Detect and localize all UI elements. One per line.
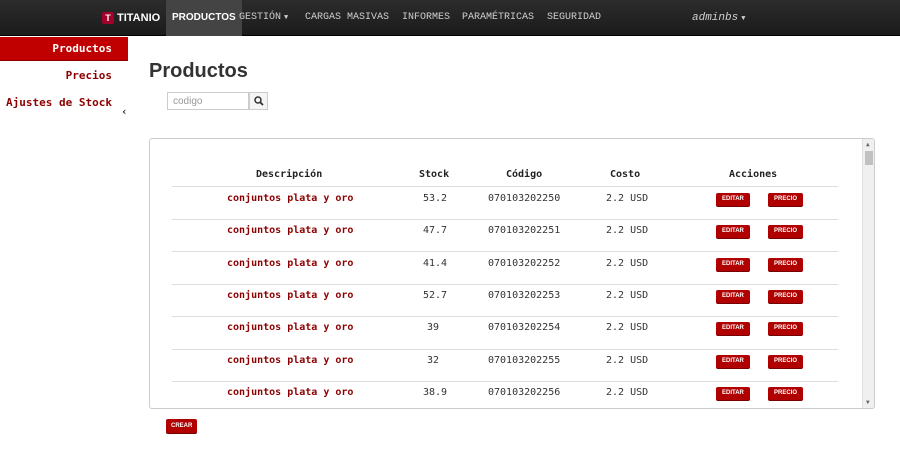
header-costo: Costo (610, 169, 641, 180)
search-input[interactable] (167, 92, 249, 110)
cell-codigo: 070103202251 (488, 225, 561, 236)
header-descripcion: Descripción (256, 169, 323, 180)
cell-costo: 2.2 USD (606, 193, 649, 204)
titanio-logo-icon: T (102, 12, 114, 24)
sidebar-item-productos[interactable]: Productos (0, 37, 128, 61)
nav-gestion[interactable]: GESTIÓN ▼ (239, 0, 288, 36)
price-button[interactable]: PRECIO (768, 355, 804, 368)
cell-codigo: 070103202250 (488, 193, 561, 204)
row-divider (172, 316, 838, 317)
price-button[interactable]: PRECIO (768, 290, 804, 303)
price-button[interactable]: PRECIO (768, 193, 804, 206)
cell-costo: 2.2 USD (606, 258, 649, 269)
cell-descripcion[interactable]: conjuntos plata y oro (227, 290, 353, 301)
cell-stock: 52.7 (423, 290, 448, 301)
row-divider (172, 284, 838, 285)
sidebar-item-precios[interactable]: Precios (0, 64, 128, 88)
cell-codigo: 070103202252 (488, 258, 561, 269)
nav-cargas-masivas-label: CARGAS MASIVAS (305, 12, 390, 23)
nav-gestion-label: GESTIÓN (239, 12, 282, 23)
cell-costo: 2.2 USD (606, 387, 649, 398)
header-stock: Stock (419, 169, 450, 180)
cell-stock: 32 (427, 355, 440, 366)
edit-button[interactable]: EDITAR (716, 387, 750, 400)
nav-seguridad-label: SEGURIDAD (547, 12, 602, 23)
cell-codigo: 070103202255 (488, 355, 561, 366)
cell-descripcion[interactable]: conjuntos plata y oro (227, 193, 353, 204)
cell-costo: 2.2 USD (606, 225, 649, 236)
cell-stock: 39 (427, 322, 440, 333)
nav-parametricas-label: PARAMÉTRICAS (462, 12, 535, 23)
scroll-down-icon[interactable]: ▼ (866, 399, 870, 406)
cell-descripcion[interactable]: conjuntos plata y oro (227, 225, 353, 236)
price-button[interactable]: PRECIO (768, 258, 804, 271)
cell-stock: 38.9 (423, 387, 448, 398)
row-divider (172, 381, 838, 382)
cell-stock: 47.7 (423, 225, 448, 236)
row-divider (172, 251, 838, 252)
edit-button[interactable]: EDITAR (716, 290, 750, 303)
header-acciones: Acciones (729, 169, 778, 180)
price-button[interactable]: PRECIO (768, 225, 804, 238)
sidebar-item-label: Productos (52, 42, 112, 55)
row-divider (172, 219, 838, 220)
price-button[interactable]: PRECIO (768, 387, 804, 400)
edit-button[interactable]: EDITAR (716, 355, 750, 368)
sidebar-item-label: Precios (65, 69, 112, 82)
chevron-down-icon: ▼ (284, 14, 289, 22)
cell-costo: 2.2 USD (606, 322, 649, 333)
nav-informes[interactable]: INFORMES (402, 0, 450, 36)
nav-informes-label: INFORMES (402, 12, 451, 23)
cell-descripcion[interactable]: conjuntos plata y oro (227, 258, 353, 269)
user-menu[interactable]: adminbs ▼ (692, 0, 745, 36)
sidebar-item-label: Ajustes de Stock (6, 96, 112, 109)
edit-button[interactable]: EDITAR (716, 193, 750, 206)
scroll-up-icon[interactable]: ▲ (866, 141, 870, 148)
cell-descripcion[interactable]: conjuntos plata y oro (227, 322, 353, 333)
user-name: adminbs (692, 12, 739, 24)
edit-button[interactable]: EDITAR (716, 322, 750, 335)
header-divider (172, 186, 838, 187)
scroll-thumb[interactable] (865, 151, 873, 165)
header-codigo: Código (506, 169, 543, 180)
nav-productos[interactable]: PRODUCTOS (166, 0, 242, 36)
create-button[interactable]: CREAR (166, 419, 198, 433)
edit-button[interactable]: EDITAR (716, 258, 750, 271)
nav-parametricas[interactable]: PARAMÉTRICAS (462, 0, 534, 36)
price-button[interactable]: PRECIO (768, 322, 804, 335)
magnifier-icon (253, 96, 264, 106)
cell-stock: 41.4 (423, 258, 448, 269)
cell-stock: 53.2 (423, 193, 448, 204)
nav-productos-label: PRODUCTOS (172, 12, 236, 23)
row-divider (172, 349, 838, 350)
cell-descripcion[interactable]: conjuntos plata y oro (227, 355, 353, 366)
edit-button[interactable]: EDITAR (716, 225, 750, 238)
cell-costo: 2.2 USD (606, 290, 649, 301)
cell-costo: 2.2 USD (606, 355, 649, 366)
nav-seguridad[interactable]: SEGURIDAD (547, 0, 601, 36)
products-table-panel: Descripción Stock Código Costo Acciones … (149, 138, 875, 409)
cell-descripcion[interactable]: conjuntos plata y oro (227, 387, 353, 398)
nav-cargas-masivas[interactable]: CARGAS MASIVAS (305, 0, 389, 36)
sidebar-item-ajustes-de-stock[interactable]: Ajustes de Stock (0, 91, 128, 115)
cell-codigo: 070103202254 (488, 322, 561, 333)
cell-codigo: 070103202256 (488, 387, 561, 398)
collapse-sidebar-icon[interactable]: ‹ (121, 105, 128, 118)
chevron-down-icon: ▼ (741, 15, 746, 23)
page-title: Productos (149, 60, 248, 82)
table-scrollbar[interactable]: ▲ ▼ (862, 139, 874, 408)
search-button[interactable] (249, 92, 268, 110)
top-navbar: T TITANIO PRODUCTOS GESTIÓN ▼ CARGAS MASI… (0, 0, 900, 36)
cell-codigo: 070103202253 (488, 290, 561, 301)
brand-name: TITANIO (117, 12, 161, 24)
brand-logo[interactable]: T TITANIO (102, 0, 160, 36)
